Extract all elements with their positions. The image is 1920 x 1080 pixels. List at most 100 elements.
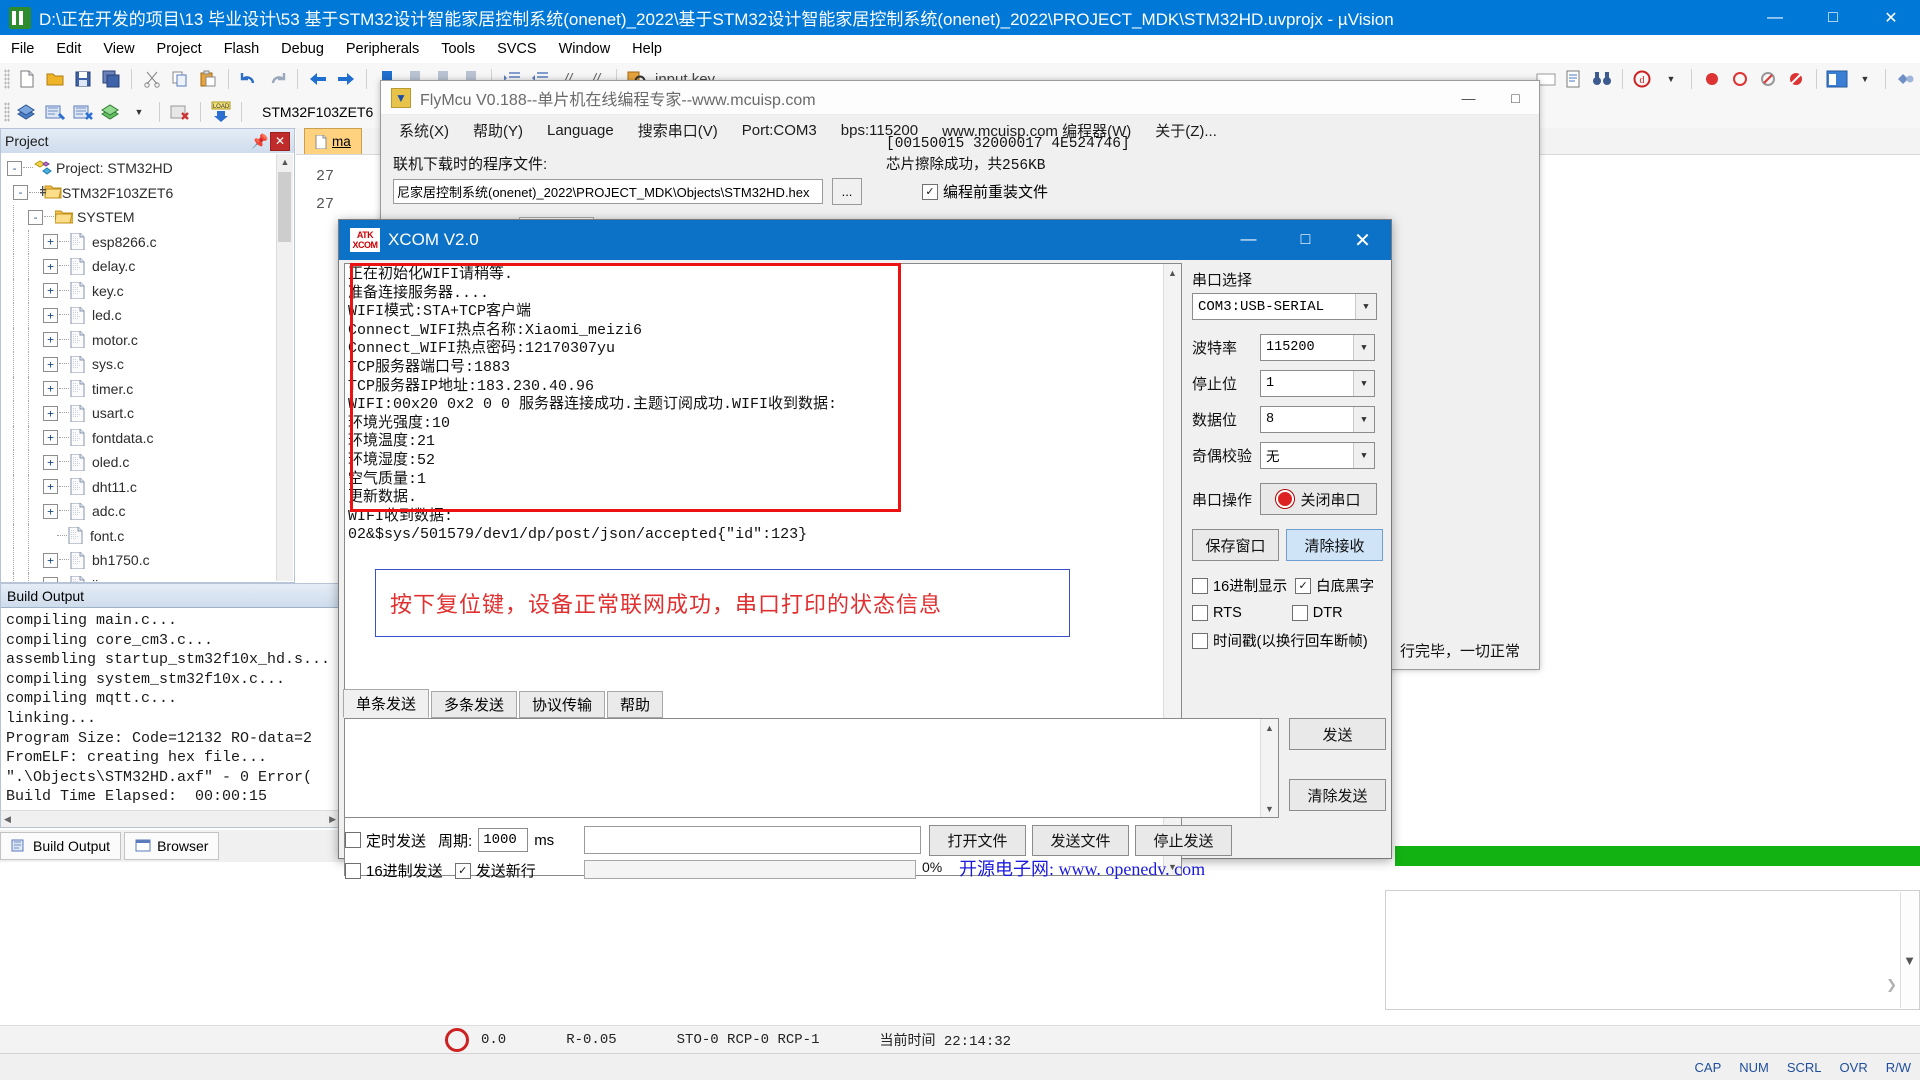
keil-close-button[interactable]: ✕ — [1862, 0, 1920, 35]
batch-build-icon[interactable] — [98, 99, 124, 125]
stop-send-button[interactable]: 停止发送 — [1135, 825, 1232, 856]
download-icon[interactable]: LOAD — [208, 99, 234, 125]
checkbox-icon[interactable] — [345, 832, 361, 848]
tree-expander-expand-icon[interactable]: + — [43, 308, 58, 323]
clear-send-button[interactable]: 清除发送 — [1289, 779, 1386, 811]
flymcu-minimize-button[interactable]: — — [1445, 81, 1492, 114]
save-icon[interactable] — [70, 66, 96, 92]
xcom-send-tab-3[interactable]: 帮助 — [607, 691, 663, 718]
bottom-tab-build-output[interactable]: Build Output — [0, 832, 121, 860]
keil-menu-debug[interactable]: Debug — [270, 37, 335, 61]
send-file-button[interactable]: 发送文件 — [1032, 825, 1129, 856]
checkbox-icon[interactable]: ✓ — [455, 863, 471, 879]
breakpoint-all-icon[interactable] — [1783, 66, 1809, 92]
chevron-down-icon[interactable]: ▼ — [1658, 66, 1684, 92]
copy-icon[interactable] — [167, 66, 193, 92]
toolbar-grip[interactable] — [4, 102, 10, 122]
close-port-button[interactable]: 关闭串口 — [1260, 483, 1377, 515]
project-tree-item[interactable]: +esp8266.c — [1, 230, 294, 255]
send-button[interactable]: 发送 — [1289, 718, 1386, 750]
checkbox-icon[interactable] — [345, 863, 361, 879]
notes-icon[interactable] — [1561, 66, 1587, 92]
project-tree-item[interactable]: font.c — [1, 524, 294, 549]
file-path-input[interactable] — [584, 826, 921, 854]
open-file-icon[interactable] — [42, 66, 68, 92]
toolbar-grip[interactable] — [4, 69, 10, 89]
scroll-up-icon[interactable]: ▲ — [277, 154, 293, 170]
port-select[interactable]: COM3:USB-SERIAL ▼ — [1192, 293, 1377, 320]
keil-minimize-button[interactable]: — — [1746, 0, 1804, 35]
project-tree-item[interactable]: -Project: STM32HD — [1, 156, 294, 181]
send-input-scrollbar[interactable]: ▲ ▼ — [1260, 719, 1278, 817]
save-all-icon[interactable] — [98, 66, 124, 92]
project-tree-item[interactable]: +adc.c — [1, 499, 294, 524]
tree-expander-expand-icon[interactable]: + — [43, 479, 58, 494]
project-tree-item[interactable]: +iic.c — [1, 573, 294, 583]
flymcu-reload-checkbox[interactable]: ✓ 编程前重装文件 — [922, 181, 1048, 202]
project-tree-item[interactable]: +sys.c — [1, 352, 294, 377]
keil-menu-tools[interactable]: Tools — [430, 37, 486, 61]
paste-icon[interactable] — [195, 66, 221, 92]
project-tree-item[interactable]: +timer.c — [1, 377, 294, 402]
breakpoint-icon[interactable] — [1699, 66, 1725, 92]
project-tree-item[interactable]: +delay.c — [1, 254, 294, 279]
checkbox-icon[interactable] — [1192, 578, 1208, 594]
scroll-down-icon[interactable]: ▼ — [1261, 800, 1278, 817]
chevron-down-icon[interactable]: ▼ — [126, 99, 152, 125]
stopbits-select[interactable]: 1 ▼ — [1260, 370, 1375, 397]
keil-menu-file[interactable]: File — [0, 37, 45, 61]
scroll-up-icon[interactable]: ▲ — [1164, 264, 1181, 281]
project-tree-item[interactable]: +key.c — [1, 279, 294, 304]
breakpoint-kill-icon[interactable] — [1755, 66, 1781, 92]
target-select[interactable]: STM32F103ZET6 — [256, 102, 379, 122]
flymcu-browse-button[interactable]: ... — [832, 178, 862, 205]
tree-expander-collapse-icon[interactable]: - — [7, 161, 22, 176]
project-tree-item[interactable]: +bh1750.c — [1, 548, 294, 573]
project-tree[interactable]: -Project: STM32HD-STM32F103ZET6-SYSTEM+e… — [1, 153, 294, 582]
checkbox-icon[interactable] — [1292, 605, 1308, 621]
chevron-down-icon[interactable]: ▼ — [1355, 294, 1376, 319]
xcom-close-button[interactable]: ✕ — [1334, 220, 1391, 260]
flymcu-file-input[interactable]: 尼家居控制系统(onenet)_2022\PROJECT_MDK\Objects… — [393, 179, 823, 204]
flymcu-menu-item[interactable]: 搜索串口(V) — [626, 120, 730, 141]
project-tree-item[interactable]: +oled.c — [1, 450, 294, 475]
flymcu-menu-item[interactable]: 系统(X) — [387, 120, 461, 141]
tree-expander-expand-icon[interactable]: + — [43, 357, 58, 372]
xcom-minimize-button[interactable]: — — [1220, 220, 1277, 260]
checkbox-icon[interactable]: ✓ — [922, 184, 938, 200]
scroll-right-icon[interactable]: ▶ — [329, 814, 336, 825]
keil-menu-edit[interactable]: Edit — [45, 37, 92, 61]
cut-icon[interactable] — [139, 66, 165, 92]
period-input[interactable]: 1000 — [478, 828, 528, 852]
openedv-link[interactable]: 开源电子网: www. openedv. com — [959, 855, 1205, 881]
project-tree-item[interactable]: +usart.c — [1, 401, 294, 426]
translate-icon[interactable] — [14, 99, 40, 125]
tree-expander-expand-icon[interactable]: + — [43, 259, 58, 274]
flymcu-menu-item[interactable]: Language — [535, 122, 626, 139]
save-window-button[interactable]: 保存窗口 — [1192, 529, 1279, 561]
build-output-hscrollbar[interactable]: ◀ ▶ — [1, 810, 339, 827]
checkbox-icon[interactable] — [1192, 633, 1208, 649]
xcom-maximize-button[interactable]: □ — [1277, 220, 1334, 260]
editor-tab-main[interactable]: ma — [304, 128, 362, 154]
config-wizard-icon[interactable] — [1893, 66, 1919, 92]
stop-build-icon[interactable] — [167, 99, 193, 125]
xcom-send-input[interactable]: ▲ ▼ — [344, 718, 1279, 818]
undo-icon[interactable] — [236, 66, 262, 92]
tree-expander-expand-icon[interactable]: + — [43, 332, 58, 347]
nav-back-icon[interactable] — [305, 66, 331, 92]
chevron-down-icon[interactable]: ▼ — [1903, 953, 1916, 968]
tree-expander-collapse-icon[interactable]: - — [28, 210, 43, 225]
parity-select[interactable]: 无 ▼ — [1260, 442, 1375, 469]
debug-d-icon[interactable]: d — [1630, 66, 1656, 92]
chevron-down-icon[interactable]: ▼ — [1353, 335, 1374, 360]
project-tree-item[interactable]: +led.c — [1, 303, 294, 328]
databits-select[interactable]: 8 ▼ — [1260, 406, 1375, 433]
chevron-right-icon[interactable]: ❯ — [1886, 977, 1897, 993]
project-tree-item[interactable]: +motor.c — [1, 328, 294, 353]
project-tree-item[interactable]: +fontdata.c — [1, 426, 294, 451]
close-icon[interactable]: ✕ — [270, 132, 290, 151]
redo-icon[interactable] — [264, 66, 290, 92]
project-tree-item[interactable]: +dht11.c — [1, 475, 294, 500]
baud-select[interactable]: 115200 ▼ — [1260, 334, 1375, 361]
